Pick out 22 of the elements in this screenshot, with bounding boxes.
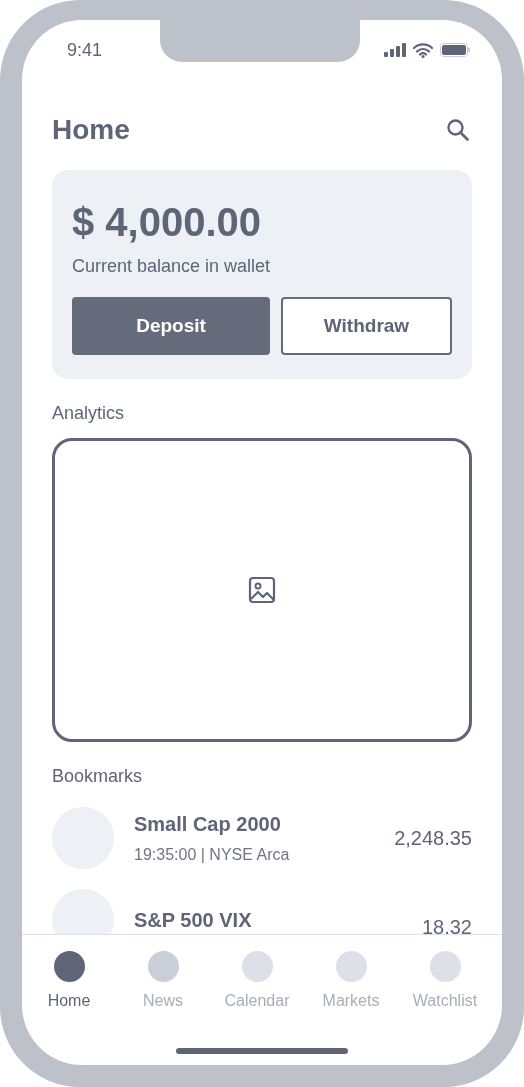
section-title: Analytics [52,403,126,424]
section-title: Bookmarks [52,766,144,787]
bookmark-value: 18.32 [421,915,472,934]
avatar-circle [52,889,114,934]
bookmark-row[interactable]: Small Cap 2000 19:35:00 | NYSE Arca 2,248.35 [52,807,472,869]
wifi-icon [413,42,433,58]
deposit-button[interactable]: Deposit [72,297,270,355]
bookmark-name: S&P 500 VIX [134,908,253,932]
bookmark-row[interactable]: S&P 500 VIX 18.32 [52,889,472,934]
battery-icon [440,43,470,57]
bookmark-value: 2,248.35 [394,826,472,850]
image-icon [248,576,276,604]
tab[interactable]: Home [22,951,116,1010]
page-title: Home [52,114,130,146]
signal-icon [384,43,406,57]
bookmark-detail: 19:35:00 | NYSE Arca [134,845,291,864]
bookmark-name: Small Cap 2000 [134,812,282,836]
search-icon[interactable] [446,118,470,142]
status-time: 9:41 [67,39,103,61]
balance-amount: $ 4,000.00 [72,199,263,246]
withdraw-button[interactable]: Withdraw [281,297,452,355]
balance-caption: Current balance in wallet [72,256,272,277]
